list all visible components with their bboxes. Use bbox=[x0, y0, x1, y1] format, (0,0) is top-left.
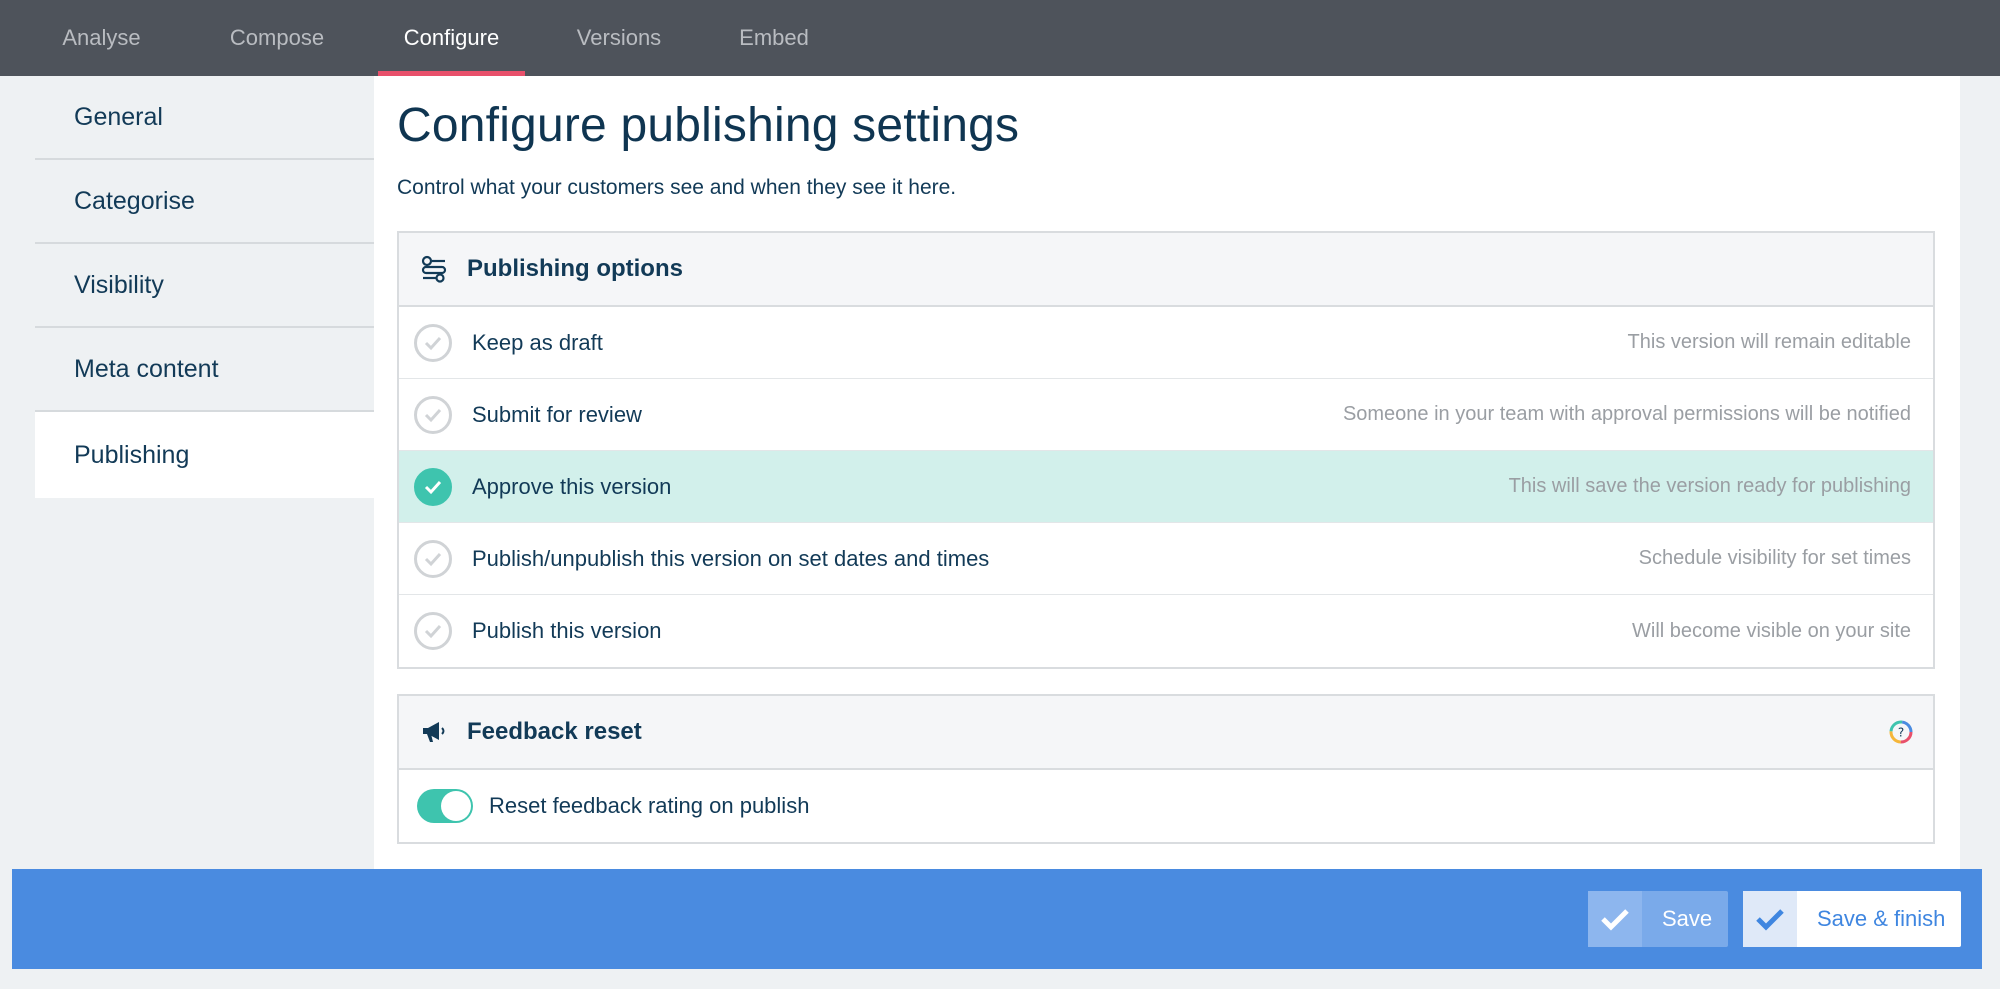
option-description: Schedule visibility for set times bbox=[1638, 547, 1911, 569]
sidebar-item-label: Categorise bbox=[74, 186, 195, 215]
publishing-options-title: Publishing options bbox=[467, 255, 683, 282]
check-icon bbox=[414, 612, 452, 650]
check-icon bbox=[414, 323, 452, 362]
option-keep-as-draft[interactable]: Keep as draft This version will remain e… bbox=[399, 307, 1933, 379]
footer-bar: Save Save & finish bbox=[12, 869, 1982, 969]
sidebar-item-visibility[interactable]: Visibility bbox=[35, 244, 374, 328]
publishing-options-header: Publishing options bbox=[399, 233, 1933, 307]
save-button-label: Save bbox=[1662, 906, 1713, 931]
option-label: Publish this version bbox=[472, 618, 662, 643]
sidebar-item-label: Visibility bbox=[74, 270, 164, 299]
tab-analyse[interactable]: Analyse bbox=[40, 0, 163, 76]
feedback-reset-header: Feedback reset ? bbox=[399, 696, 1933, 770]
option-label: Submit for review bbox=[472, 401, 642, 427]
feedback-reset-card: Feedback reset ? Reset feedback rating o… bbox=[397, 694, 1935, 844]
sliders-icon bbox=[419, 254, 449, 284]
sidebar-item-label: General bbox=[74, 102, 163, 131]
option-description: This version will remain editable bbox=[1627, 331, 1911, 353]
option-description: Someone in your team with approval permi… bbox=[1342, 403, 1911, 425]
megaphone-icon bbox=[419, 717, 449, 747]
help-icon[interactable]: ? bbox=[1889, 720, 1913, 744]
sidebar-item-label: Publishing bbox=[74, 440, 190, 469]
sidebar-item-publishing[interactable]: Publishing bbox=[35, 412, 374, 498]
tab-configure[interactable]: Configure bbox=[378, 0, 525, 76]
check-icon bbox=[414, 539, 452, 578]
tab-versions[interactable]: Versions bbox=[559, 0, 679, 76]
sidebar-item-general[interactable]: General bbox=[35, 76, 374, 160]
option-label: Approve this version bbox=[472, 473, 672, 499]
sidebar-item-categorise[interactable]: Categorise bbox=[35, 160, 374, 244]
save-and-finish-button[interactable]: Save & finish bbox=[1743, 891, 1961, 947]
option-approve-this-version[interactable]: Approve this version This will save the … bbox=[399, 451, 1933, 523]
svg-text:?: ? bbox=[1898, 726, 1904, 740]
save-and-finish-label: Save & finish bbox=[1817, 906, 1946, 931]
toggle-knob bbox=[441, 791, 471, 821]
feedback-reset-title: Feedback reset bbox=[467, 718, 642, 745]
option-submit-for-review[interactable]: Submit for review Someone in your team w… bbox=[399, 379, 1933, 451]
option-publish-this-version[interactable]: Publish this version Will become visible… bbox=[399, 595, 1933, 667]
option-schedule-publish[interactable]: Publish/unpublish this version on set da… bbox=[399, 523, 1933, 595]
option-description: This will save the version ready for pub… bbox=[1508, 475, 1911, 497]
check-icon bbox=[1743, 891, 1797, 947]
sidebar-item-meta-content[interactable]: Meta content bbox=[35, 328, 374, 412]
save-button[interactable]: Save bbox=[1588, 891, 1728, 947]
toggle-label: Reset feedback rating on publish bbox=[489, 793, 810, 818]
check-icon bbox=[1588, 891, 1642, 947]
sidebar: General Categorise Visibility Meta conte… bbox=[35, 76, 374, 498]
check-icon bbox=[414, 395, 452, 434]
main-panel: Configure publishing settings Control wh… bbox=[374, 76, 1960, 869]
sidebar-item-label: Meta content bbox=[74, 354, 219, 383]
option-description: Will become visible on your site bbox=[1632, 619, 1911, 642]
tab-compose[interactable]: Compose bbox=[207, 0, 347, 76]
page-title: Configure publishing settings bbox=[397, 99, 1020, 152]
check-icon bbox=[414, 467, 452, 506]
option-label: Publish/unpublish this version on set da… bbox=[472, 545, 990, 571]
option-label: Keep as draft bbox=[472, 329, 603, 355]
top-navigation: Analyse Compose Configure Versions Embed bbox=[0, 0, 2000, 76]
reset-feedback-row: Reset feedback rating on publish bbox=[399, 770, 1933, 842]
tab-embed[interactable]: Embed bbox=[722, 0, 826, 76]
page-subtitle: Control what your customers see and when… bbox=[397, 176, 957, 199]
reset-feedback-toggle[interactable] bbox=[417, 789, 473, 823]
publishing-options-card: Publishing options Keep as draft This ve… bbox=[397, 231, 1935, 669]
